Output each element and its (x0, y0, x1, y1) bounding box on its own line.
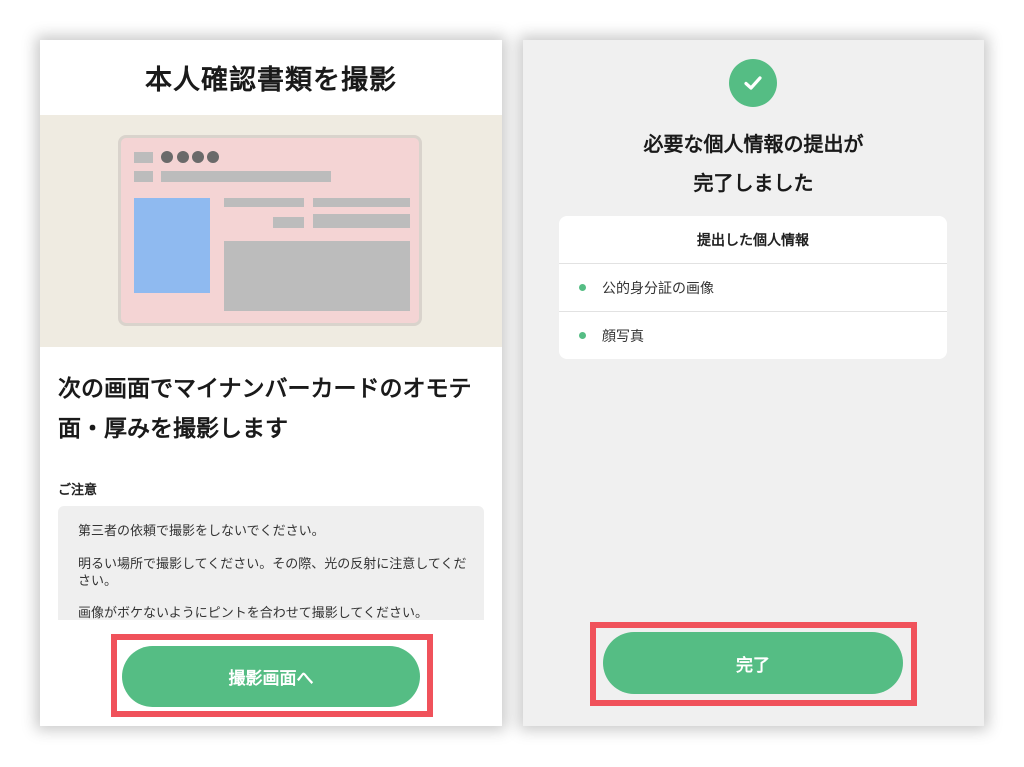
check-icon (729, 59, 777, 107)
complete-message: 完了しました (693, 171, 814, 195)
list-item: 公的身分証の画像 (559, 264, 947, 312)
done-button[interactable]: 完了 (603, 632, 903, 694)
complete-screen: 必要な個人情報の提出が 完了しました 提出した個人情報 公的身分証の画像 顔写真… (523, 40, 984, 726)
notice-item: 明るい場所で撮影してください。その際、光の反射に注意してください。 (78, 557, 467, 589)
notice-title: ご注意 (58, 483, 98, 498)
capture-screen: 本人確認書類を撮影 次の画面でマイナンバーカードのオモテ 面・厚みを撮影します … (40, 40, 502, 726)
go-to-capture-button[interactable]: 撮影画面へ (122, 646, 420, 707)
complete-message: 必要な個人情報の提出が (643, 132, 864, 156)
submitted-info-card: 提出した個人情報 公的身分証の画像 顔写真 (559, 216, 947, 359)
instruction-heading: 次の画面でマイナンバーカードのオモテ 面・厚みを撮影します (58, 376, 472, 442)
notice-item: 第三者の依頼で撮影をしないでください。 (78, 524, 325, 539)
page-title: 本人確認書類を撮影 (145, 65, 397, 96)
bullet-icon (579, 332, 586, 339)
id-card-illustration (40, 115, 502, 347)
list-item-label: 公的身分証の画像 (602, 280, 714, 297)
bullet-icon (579, 284, 586, 291)
list-item: 顔写真 (559, 312, 947, 359)
list-item-label: 顔写真 (602, 328, 644, 345)
card-header: 提出した個人情報 (559, 216, 947, 264)
id-card-icon (118, 135, 422, 326)
